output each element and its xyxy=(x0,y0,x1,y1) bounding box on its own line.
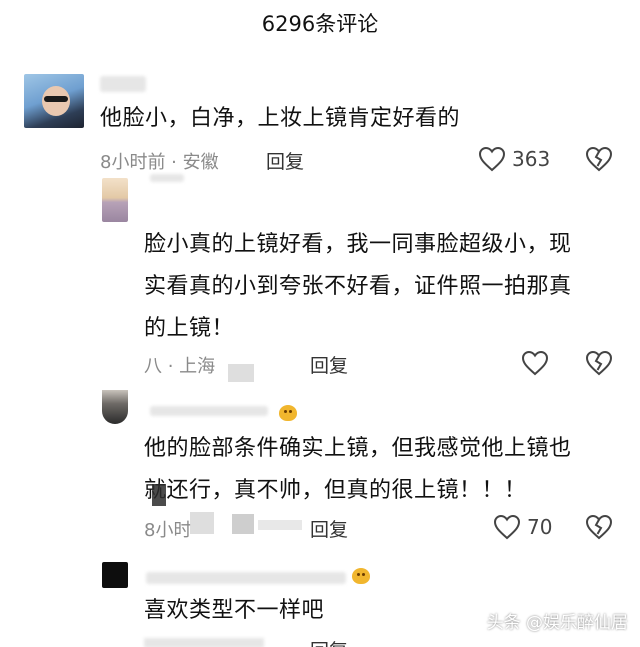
broken-heart-icon xyxy=(585,146,613,172)
username-blurred xyxy=(146,572,346,584)
comment-line: 他的脸部条件确实上镜，但我感觉他上镜也 xyxy=(144,436,572,461)
username-mosaic xyxy=(258,520,302,530)
comment-text: 脸小真的上镜好看，我一同事脸超级小，现 实看真的小到夸张不好看，证件照一拍那真 … xyxy=(144,224,572,350)
reply-button[interactable]: 回复 xyxy=(310,351,348,378)
comment-line: 实看真的小到夸张不好看，证件照一拍那真 xyxy=(144,274,572,299)
username-blurred xyxy=(150,406,268,416)
emoji-icon xyxy=(352,568,370,584)
reply-button[interactable]: 回复 xyxy=(266,147,304,174)
comment-meta: 8小时前 · 安徽 xyxy=(100,152,219,173)
heart-icon xyxy=(521,350,549,376)
avatar[interactable] xyxy=(102,562,128,588)
avatar[interactable] xyxy=(102,178,128,222)
comment-line: 的上镜！ xyxy=(144,316,235,341)
avatar[interactable] xyxy=(24,74,84,128)
comment-meta: 8小时 xyxy=(144,520,192,541)
comments-count-title: 6296条评论 xyxy=(261,12,379,36)
comment-meta: 八 · 上海 xyxy=(144,356,216,377)
username-mosaic xyxy=(190,512,214,534)
dislike-button[interactable] xyxy=(585,350,613,376)
dislike-button[interactable] xyxy=(585,146,613,172)
reply-button[interactable]: 回复 xyxy=(310,515,348,542)
username-blurred xyxy=(100,76,146,92)
username-blurred xyxy=(150,174,184,182)
username-mosaic xyxy=(232,514,254,534)
comment-line: 就还行，真不帅，但真的很上镜！！！ xyxy=(144,478,527,503)
like-count: 70 xyxy=(527,515,553,539)
like-button[interactable]: 70 xyxy=(493,514,552,540)
comment-line: 脸小真的上镜好看，我一同事脸超级小，现 xyxy=(144,232,572,257)
avatar[interactable] xyxy=(102,390,128,424)
username-mosaic xyxy=(228,364,254,382)
like-button[interactable]: 363 xyxy=(478,146,550,172)
emoji-icon xyxy=(279,405,297,421)
heart-icon xyxy=(493,514,521,540)
watermark: 头条 @娱乐醉仙居 xyxy=(486,613,628,633)
username-mosaic xyxy=(152,484,166,506)
reply-button[interactable]: 回复 xyxy=(310,636,348,647)
comment-text: 喜欢类型不一样吧 xyxy=(144,590,324,632)
comment-line: 喜欢类型不一样吧 xyxy=(144,598,325,623)
comment-text: 他的脸部条件确实上镜，但我感觉他上镜也 就还行，真不帅，但真的很上镜！！！ xyxy=(144,428,572,512)
broken-heart-icon xyxy=(585,350,613,376)
comment-text: 他脸小，白净，上妆上镜肯定好看的 xyxy=(100,98,460,140)
broken-heart-icon xyxy=(585,514,613,540)
comment-meta-blurred xyxy=(144,638,264,647)
dislike-button[interactable] xyxy=(585,514,613,540)
like-button[interactable] xyxy=(521,350,549,376)
comment-line: 他脸小，白净，上妆上镜肯定好看的 xyxy=(100,106,461,131)
like-count: 363 xyxy=(512,147,551,171)
heart-icon xyxy=(478,146,506,172)
